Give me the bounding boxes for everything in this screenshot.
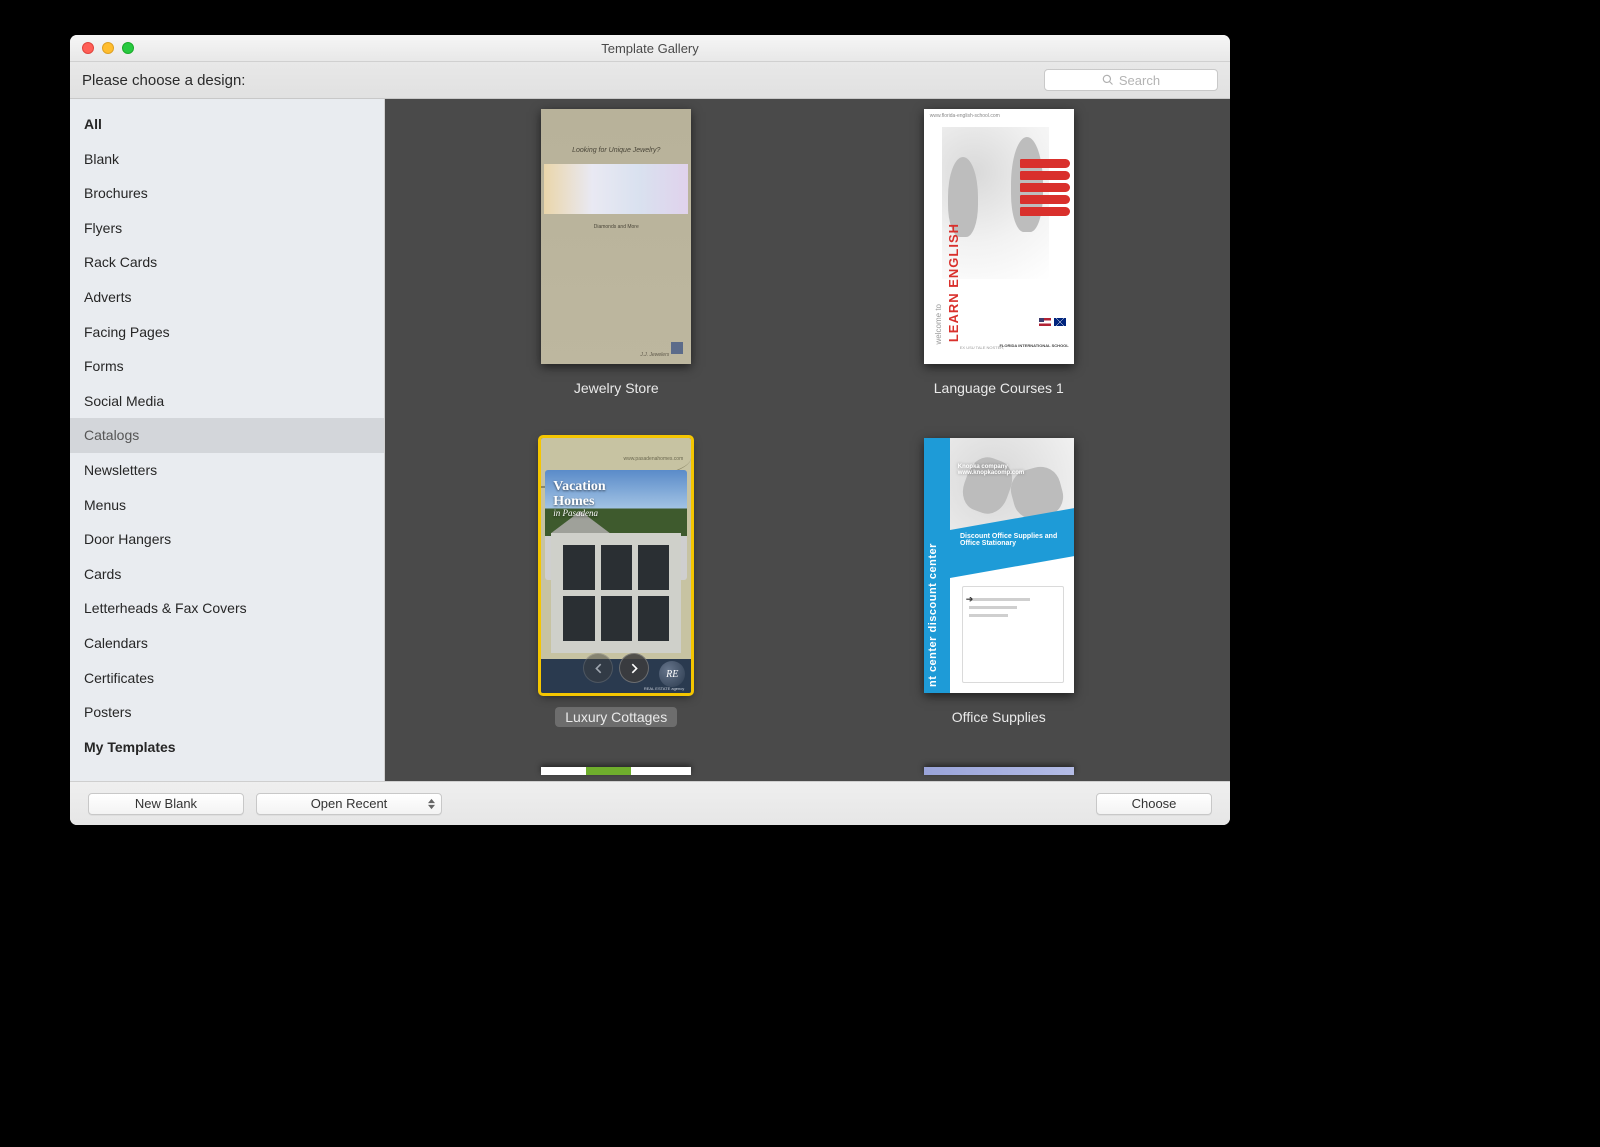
uk-flag-icon	[1054, 318, 1066, 326]
template-thumb-partial[interactable]	[541, 767, 691, 775]
template-cell-partial-2[interactable]	[808, 767, 1191, 775]
window-controls	[70, 42, 134, 54]
arrow-icon: ➔	[966, 594, 974, 605]
template-label: Luxury Cottages	[555, 707, 677, 727]
sidebar-item-catalogs[interactable]: Catalogs	[70, 418, 384, 453]
template-cell-luxury-cottages[interactable]: www.pasadenahomes.com VacationHomes in P…	[425, 438, 808, 727]
sidebar-item-brochures[interactable]: Brochures	[70, 176, 384, 211]
template-grid: Looking for Unique Jewelry? Diamonds and…	[385, 109, 1230, 775]
thumb-headline: Looking for Unique Jewelry?	[541, 147, 691, 154]
thumb-imagebar	[544, 164, 688, 214]
thumb-flags	[1039, 318, 1066, 326]
thumb-house	[551, 533, 681, 653]
window-title: Template Gallery	[70, 41, 1230, 56]
titlebar[interactable]: Template Gallery	[70, 35, 1230, 62]
sidebar-item-calendars[interactable]: Calendars	[70, 626, 384, 661]
sidebar-item-posters[interactable]: Posters	[70, 695, 384, 730]
sidebar-item-my-templates[interactable]: My Templates	[70, 730, 384, 765]
sidebar-item-all[interactable]: All	[70, 107, 384, 142]
thumb-sub: Diamonds and More	[541, 224, 691, 230]
template-label: Jewelry Store	[564, 378, 669, 398]
sidebar-item-flyers[interactable]: Flyers	[70, 211, 384, 246]
template-cell-language-courses[interactable]: www.florida-english-school.com welcome t…	[808, 109, 1191, 398]
thumb-school: FLORIDA INTERNATIONAL SCHOOL	[999, 343, 1068, 348]
new-blank-button[interactable]: New Blank	[88, 793, 244, 815]
prev-page-button[interactable]	[583, 653, 613, 683]
thumb-bullets	[1020, 159, 1070, 216]
thumb-diag: Discount Office Supplies and Office Stat…	[950, 508, 1074, 578]
body: All Blank Brochures Flyers Rack Cards Ad…	[70, 99, 1230, 781]
select-chevrons-icon	[428, 798, 435, 809]
sidebar-item-menus[interactable]: Menus	[70, 488, 384, 523]
chevron-right-icon	[628, 662, 641, 675]
us-flag-icon	[1039, 318, 1051, 326]
template-thumb[interactable]: www.florida-english-school.com welcome t…	[924, 109, 1074, 364]
sidebar-item-cards[interactable]: Cards	[70, 557, 384, 592]
template-cell-office-supplies[interactable]: nt center discount center Knopka company…	[808, 438, 1191, 727]
thumb-url: www.florida-english-school.com	[930, 113, 1000, 119]
thumb-page-nav	[583, 653, 649, 683]
thumb-logo-icon	[671, 342, 683, 354]
sidebar-item-adverts[interactable]: Adverts	[70, 280, 384, 315]
thumb-sheet	[962, 586, 1064, 683]
sidebar-item-forms[interactable]: Forms	[70, 349, 384, 384]
thumb-title: VacationHomes in Pasadena	[553, 480, 605, 519]
sidebar-item-rack-cards[interactable]: Rack Cards	[70, 245, 384, 280]
chevron-left-icon	[592, 662, 605, 675]
template-cell-partial-1[interactable]	[425, 767, 808, 775]
sidebar-item-facing-pages[interactable]: Facing Pages	[70, 315, 384, 350]
sidebar-item-door-hangers[interactable]: Door Hangers	[70, 522, 384, 557]
footer-bar: New Blank Open Recent Choose	[70, 781, 1230, 825]
thumb-brand: J.J. Jewelers	[640, 352, 669, 358]
sidebar-item-blank[interactable]: Blank	[70, 142, 384, 177]
sidebar-item-social-media[interactable]: Social Media	[70, 384, 384, 419]
thumb-vertical-red: LEARN ENGLISH	[946, 139, 958, 342]
search-input[interactable]: Search	[1044, 69, 1218, 91]
sidebar-item-letterheads[interactable]: Letterheads & Fax Covers	[70, 591, 384, 626]
choose-button[interactable]: Choose	[1096, 793, 1212, 815]
template-gallery-window: Template Gallery Please choose a design:…	[70, 35, 1230, 825]
zoom-icon[interactable]	[122, 42, 134, 54]
template-label: Office Supplies	[942, 707, 1056, 727]
close-icon[interactable]	[82, 42, 94, 54]
sidebar-item-certificates[interactable]: Certificates	[70, 661, 384, 696]
template-label: Language Courses 1	[924, 378, 1074, 398]
thumb-band: nt center discount center	[924, 438, 950, 693]
minimize-icon[interactable]	[102, 42, 114, 54]
sidebar-item-newsletters[interactable]: Newsletters	[70, 453, 384, 488]
open-recent-select[interactable]: Open Recent	[256, 793, 442, 815]
template-thumb[interactable]: Looking for Unique Jewelry? Diamonds and…	[541, 109, 691, 364]
search-placeholder: Search	[1119, 73, 1160, 88]
search-icon	[1102, 74, 1114, 86]
template-cell-jewelry-store[interactable]: Looking for Unique Jewelry? Diamonds and…	[425, 109, 808, 398]
next-page-button[interactable]	[619, 653, 649, 683]
template-gallery[interactable]: Looking for Unique Jewelry? Diamonds and…	[385, 99, 1230, 781]
thumb-company: Knopka companywww.knopkacomp.com	[958, 464, 1024, 476]
header-row: Please choose a design: Search	[70, 62, 1230, 99]
template-thumb[interactable]: nt center discount center Knopka company…	[924, 438, 1074, 693]
category-sidebar[interactable]: All Blank Brochures Flyers Rack Cards Ad…	[70, 99, 385, 781]
thumb-agency: REAL ESTATE agency	[644, 686, 684, 691]
thumb-vertical-grey: welcome to	[934, 209, 944, 344]
prompt-label: Please choose a design:	[82, 72, 245, 89]
template-thumb-partial[interactable]	[924, 767, 1074, 775]
